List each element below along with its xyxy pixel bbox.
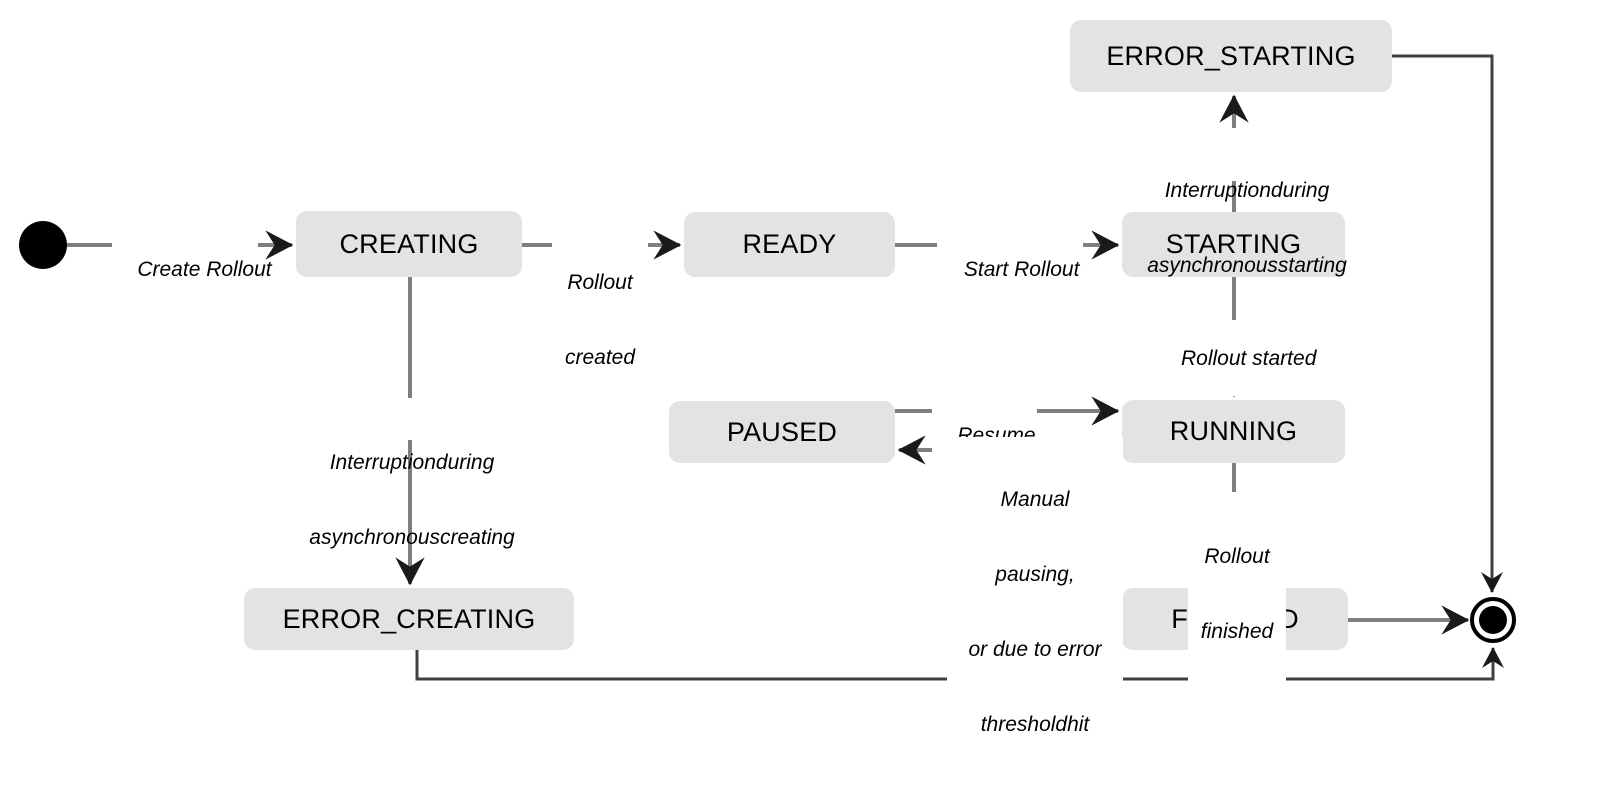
transition-label-rollout-started: Rollout started — [1155, 321, 1319, 396]
transition-label-rollout-finished: Rollout finished — [1188, 494, 1286, 694]
label-line: asynchronouscreating — [309, 526, 515, 549]
label-line: Rollout started — [1180, 347, 1317, 370]
state-paused-label: PAUSED — [726, 416, 838, 447]
state-error-creating-label: ERROR_CREATING — [282, 603, 536, 634]
label-line: finished — [1200, 620, 1274, 643]
transition-label-rollout-created: Rollout created — [552, 220, 648, 420]
state-creating[interactable]: CREATING — [296, 211, 522, 277]
diagram-canvas — [19, 54, 1516, 681]
transition-label-interruption-creating: Interruptionduring asynchronouscreating — [274, 400, 550, 600]
final-state-node — [1470, 597, 1516, 643]
state-paused[interactable]: PAUSED — [669, 401, 895, 463]
state-diagram: CREATING READY STARTING ERROR_STARTING P… — [0, 0, 1602, 787]
state-running-label: RUNNING — [1169, 416, 1298, 446]
label-line: Start Rollout — [963, 258, 1080, 281]
transition-label-start-rollout: Start Rollout — [937, 232, 1083, 307]
state-creating-label: CREATING — [339, 228, 479, 259]
label-line: pausing, — [995, 563, 1075, 586]
initial-state-node — [19, 221, 67, 269]
label-line: Interruptionduring — [329, 451, 495, 474]
state-ready[interactable]: READY — [684, 212, 895, 277]
label-line: asynchronousstarting — [1147, 254, 1347, 277]
state-ready-label: READY — [742, 229, 837, 259]
label-line: or due to error — [968, 638, 1102, 661]
label-line: Rollout — [1204, 545, 1270, 568]
label-line: Interruptionduring — [1164, 179, 1330, 202]
label-line: thresholdhit — [980, 713, 1090, 736]
state-running[interactable]: RUNNING — [1122, 400, 1345, 463]
transition-label-manual-pausing: Manual pausing, or due to error threshol… — [947, 437, 1123, 787]
transition-label-create-rollout: Create Rollout — [112, 232, 272, 307]
state-error-starting-label: ERROR_STARTING — [1106, 40, 1356, 71]
transition-error-starting-to-final — [1392, 54, 1503, 593]
label-line: created — [564, 346, 636, 369]
label-line: Manual — [1000, 488, 1070, 511]
transition-label-interruption-starting: Interruptionduring asynchronousstarting — [1110, 128, 1384, 328]
state-error-starting[interactable]: ERROR_STARTING — [1070, 20, 1392, 92]
label-line: Create Rollout — [137, 258, 272, 281]
label-line: Rollout — [567, 271, 633, 294]
